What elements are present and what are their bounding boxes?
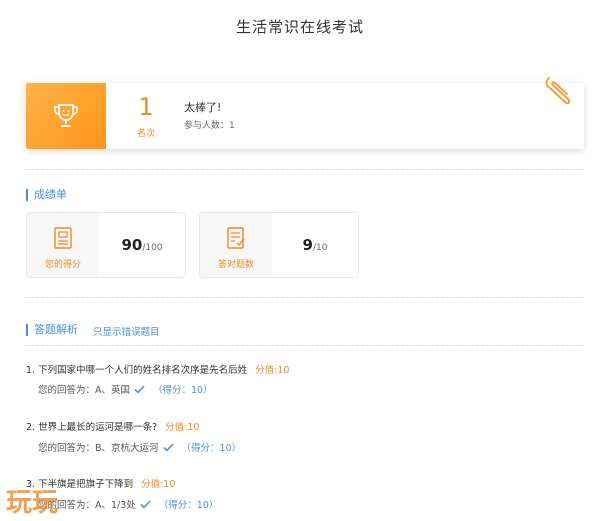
correct-total: /10	[312, 242, 328, 253]
score-card: 您的得分 90 /100	[26, 212, 186, 278]
question-points: 分值:10	[165, 422, 200, 433]
answer-row: 您的回答为：A、英国 （得分：10）	[38, 382, 213, 396]
rank-praise-text: 太棒了!	[184, 101, 222, 114]
answer-score: （得分：10）	[153, 385, 213, 396]
score-total: /100	[142, 242, 163, 253]
rank-number-box: 1 名次	[106, 83, 186, 149]
score-value: 90	[121, 236, 143, 254]
check-icon	[134, 384, 145, 394]
checklist-icon	[227, 227, 245, 249]
rank-unit-label: 名次	[136, 129, 155, 139]
check-icon	[162, 442, 174, 452]
show-wrong-only-link[interactable]: 只显示错误题目	[93, 324, 160, 338]
score-label: 您的得分	[44, 260, 81, 270]
correct-label: 答对题数	[217, 260, 254, 270]
answer-score: （得分：10）	[181, 443, 242, 454]
page-title: 生活常识在线考试	[235, 18, 364, 36]
rank-number: 1	[138, 93, 154, 121]
score-value-box: 90 /100	[99, 213, 185, 277]
score-card-left: 您的得分	[27, 213, 99, 277]
score-sheet-icon	[54, 227, 72, 249]
correct-value-box: 9 /10	[272, 213, 358, 277]
paperclip-icon	[545, 77, 571, 105]
question-item: 2. 世界上最长的运河是哪一条? 分值:10	[26, 419, 199, 433]
rank-trophy-panel	[26, 83, 106, 149]
watermark-logo: 玩玩	[6, 488, 58, 517]
participants-count: 参与人数：1	[184, 121, 235, 131]
question-points: 分值:10	[141, 479, 176, 490]
report-section-title: 成绩单	[26, 189, 67, 201]
answer-text: 您的回答为：A、英国	[38, 385, 130, 396]
answer-row: 您的回答为：B、京杭大运河 （得分：10）	[38, 440, 241, 454]
answer-text: 您的回答为：B、京杭大运河	[38, 443, 159, 454]
check-icon	[140, 499, 151, 509]
question-text: 1. 下列国家中哪一个人们的姓名排名次序是先名后姓	[26, 365, 248, 376]
correct-value: 9	[302, 236, 313, 254]
analysis-section-title: 答题解析	[26, 324, 78, 336]
divider	[26, 345, 584, 346]
correct-count-card: 答对题数 9 /10	[199, 212, 359, 278]
question-points: 分值:10	[255, 365, 290, 376]
question-item: 1. 下列国家中哪一个人们的姓名排名次序是先名后姓 分值:10	[26, 362, 289, 376]
correct-card-left: 答对题数	[200, 213, 272, 277]
trophy-icon	[54, 104, 78, 127]
question-text: 2. 世界上最长的运河是哪一条?	[26, 422, 158, 433]
answer-score: （得分：10）	[158, 500, 219, 511]
watermark-logo-text: 玩玩	[6, 488, 58, 517]
rank-card: 1 名次 太棒了! 参与人数：1	[26, 83, 584, 149]
divider	[26, 297, 584, 298]
divider	[26, 169, 584, 170]
